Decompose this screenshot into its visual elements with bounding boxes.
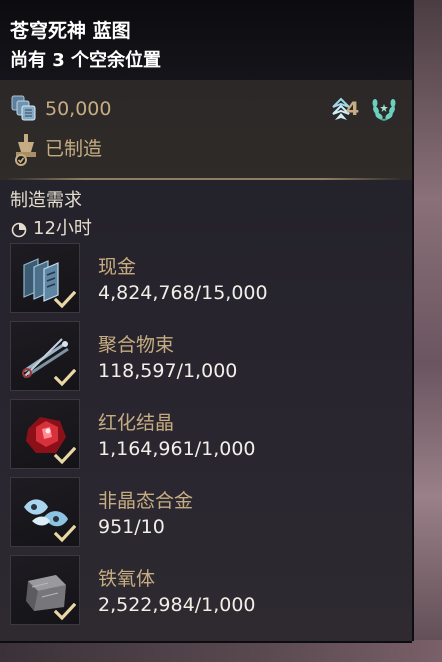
- blueprint-title: 苍穹死神 蓝图: [10, 20, 131, 42]
- resource-slot-rubedo[interactable]: [10, 399, 80, 469]
- laurel-wreath-icon: [372, 99, 396, 121]
- blueprint-info-area: [0, 80, 412, 180]
- blueprint-price: 50,000: [45, 98, 112, 120]
- checkmark-icon: [54, 291, 76, 309]
- requirements-heading: 制造需求: [10, 190, 82, 211]
- checkmark-icon: [54, 369, 76, 387]
- resource-count-rubedo: 1,164,961/1,000: [98, 438, 256, 460]
- foundry-icon: [15, 134, 36, 166]
- resource-count-ferrite: 2,522,984/1,000: [98, 594, 256, 616]
- resource-name-morphics: 非晶态合金: [98, 490, 194, 512]
- resource-count-morphics: 951/10: [98, 516, 165, 538]
- resource-name-polymer-bundle: 聚合物束: [98, 334, 175, 356]
- slots-remaining: 尚有 3 个空余位置: [10, 50, 162, 71]
- build-time: 12小时: [33, 218, 92, 239]
- credits-icon: [11, 95, 36, 121]
- resource-slot-ferrite[interactable]: [10, 555, 80, 625]
- resource-name-credits: 现金: [98, 256, 137, 278]
- checkmark-icon: [54, 603, 76, 621]
- checkmark-icon: [54, 447, 76, 465]
- clock-icon: [11, 222, 27, 238]
- section-divider: [4, 178, 404, 180]
- resource-count-credits: 4,824,768/15,000: [98, 282, 268, 304]
- background-scene-bottom: [0, 640, 442, 662]
- resource-slot-credits[interactable]: [10, 243, 80, 313]
- checkmark-icon: [54, 525, 76, 543]
- resource-slot-morphics[interactable]: [10, 477, 80, 547]
- resource-slot-polymer-bundle[interactable]: [10, 321, 80, 391]
- mastery-rank-value: 4: [346, 98, 360, 120]
- crafted-status: 已制造: [45, 138, 103, 160]
- resource-name-ferrite: 铁氧体: [98, 568, 156, 590]
- resource-name-rubedo: 红化结晶: [98, 412, 175, 434]
- resource-count-polymer-bundle: 118,597/1,000: [98, 360, 238, 382]
